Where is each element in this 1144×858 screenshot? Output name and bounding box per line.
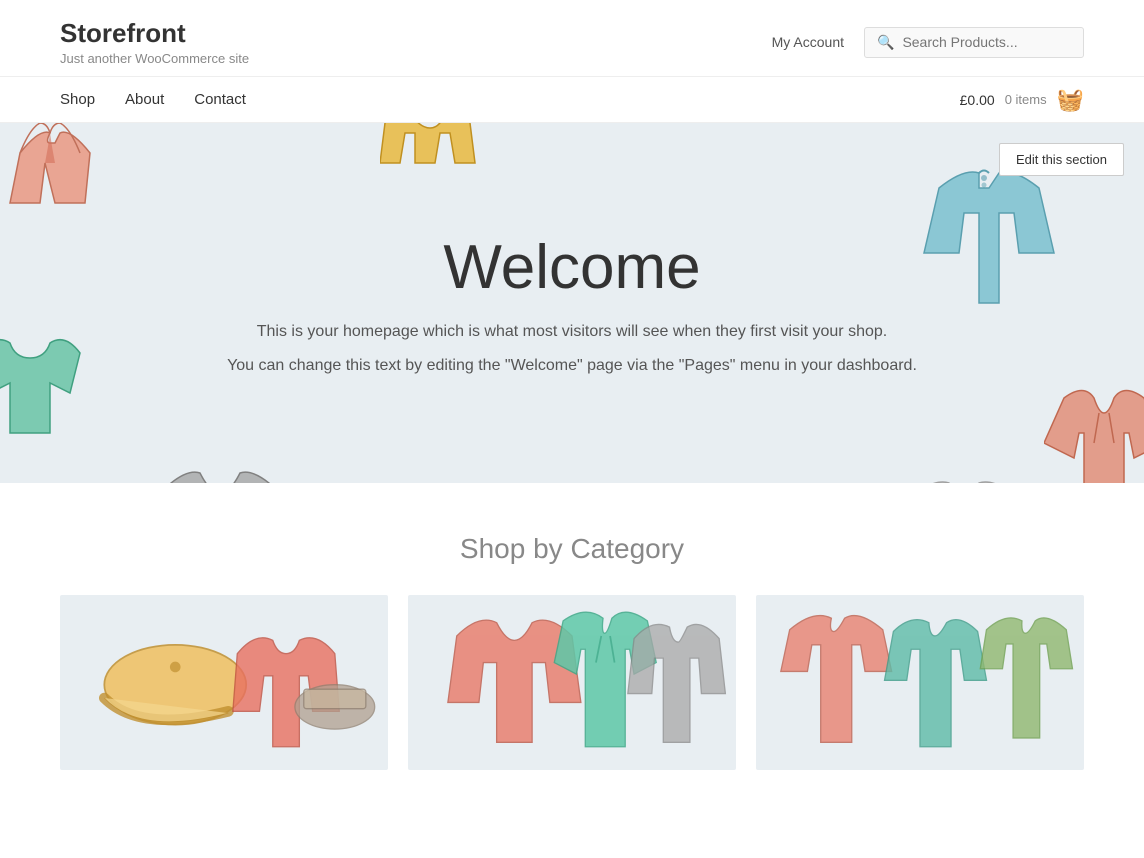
nav-bar: Shop About Contact £0.00 0 items 🧺	[0, 77, 1144, 123]
category-card-1[interactable]	[60, 595, 388, 770]
search-icon: 🔍	[877, 34, 894, 51]
cart-items-count: 0 items	[1005, 92, 1047, 107]
category-card-3[interactable]	[756, 595, 1084, 770]
nav-links: Shop About Contact	[60, 77, 246, 122]
site-title: Storefront	[60, 18, 772, 49]
hero-title: Welcome	[227, 232, 917, 303]
category-card-1-illustration	[60, 595, 388, 770]
category-card-3-illustration	[756, 595, 1084, 770]
site-branding: Storefront Just another WooCommerce site	[60, 18, 772, 66]
search-box: 🔍	[864, 27, 1084, 58]
hero-section: Welcome This is your homepage which is w…	[0, 123, 1144, 483]
hero-content: Welcome This is your homepage which is w…	[207, 192, 937, 415]
category-card-2[interactable]	[408, 595, 736, 770]
shop-category-title: Shop by Category	[0, 483, 1144, 595]
deco-onesie-left	[0, 323, 110, 453]
search-input[interactable]	[902, 34, 1071, 50]
deco-jacket-topleft	[0, 123, 170, 273]
deco-jacket-bottom	[150, 463, 290, 483]
cart-icon[interactable]: 🧺	[1057, 87, 1084, 113]
nav-link-contact[interactable]: Contact	[194, 91, 246, 108]
my-account-link[interactable]: My Account	[772, 34, 844, 50]
header-right: My Account 🔍	[772, 27, 1084, 58]
cart-price: £0.00	[960, 92, 995, 108]
header-top: Storefront Just another WooCommerce site…	[0, 0, 1144, 77]
nav-link-about[interactable]: About	[125, 91, 164, 108]
deco-tshirt-right	[904, 473, 1044, 483]
category-card-2-illustration	[408, 595, 736, 770]
category-grid	[0, 595, 1144, 810]
edit-section-button[interactable]: Edit this section	[999, 143, 1124, 176]
cart-area[interactable]: £0.00 0 items 🧺	[960, 87, 1084, 113]
nav-link-shop[interactable]: Shop	[60, 91, 95, 108]
hero-text1: This is your homepage which is what most…	[227, 323, 917, 341]
hero-text2: You can change this text by editing the …	[227, 357, 917, 375]
shop-by-category-section: Shop by Category	[0, 483, 1144, 810]
site-tagline: Just another WooCommerce site	[60, 51, 772, 66]
deco-hoodie-right	[1044, 383, 1144, 483]
